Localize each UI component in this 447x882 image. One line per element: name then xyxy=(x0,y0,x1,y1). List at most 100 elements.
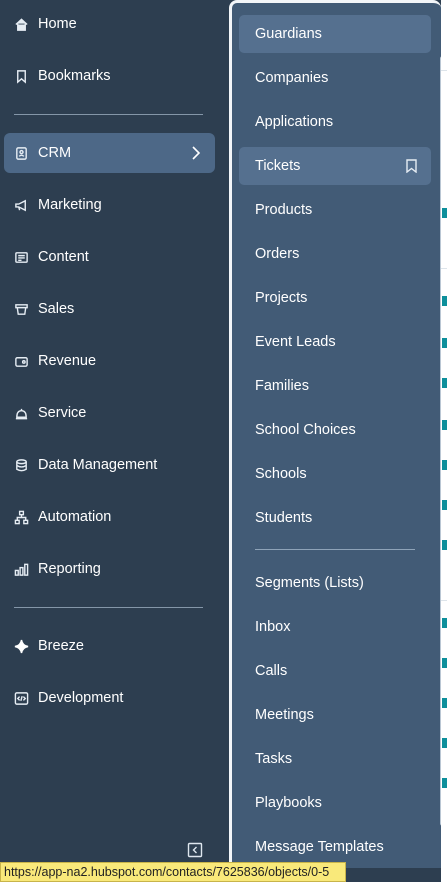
submenu-item-label: Guardians xyxy=(255,26,322,42)
link-fragment xyxy=(442,500,447,510)
link-fragment xyxy=(442,338,447,348)
submenu-item-calls[interactable]: Calls xyxy=(239,652,431,690)
nav-item-label: Reporting xyxy=(38,561,101,577)
nav-item-data-management[interactable]: Data Management xyxy=(4,445,215,485)
nav-item-label: Bookmarks xyxy=(38,68,111,84)
nav-item-development[interactable]: Development xyxy=(4,678,215,718)
link-status-url: https://app-na2.hubspot.com/contacts/762… xyxy=(0,862,346,882)
link-fragment xyxy=(442,296,447,306)
submenu-item-tasks[interactable]: Tasks xyxy=(239,740,431,778)
crm-submenu: Guardians Companies Applications Tickets… xyxy=(229,0,441,868)
nav-item-bookmarks[interactable]: Bookmarks xyxy=(4,56,215,96)
submenu-item-label: Families xyxy=(255,378,309,394)
link-fragment xyxy=(442,778,447,788)
link-fragment xyxy=(442,738,447,748)
database-icon xyxy=(14,458,29,473)
submenu-item-playbooks[interactable]: Playbooks xyxy=(239,784,431,822)
submenu-item-guardians[interactable]: Guardians xyxy=(239,15,431,53)
nav-divider xyxy=(14,607,203,608)
submenu-item-companies[interactable]: Companies xyxy=(239,59,431,97)
submenu-item-schools[interactable]: Schools xyxy=(239,455,431,493)
submenu-item-label: Playbooks xyxy=(255,795,322,811)
submenu-item-label: Meetings xyxy=(255,707,314,723)
nav-item-label: Service xyxy=(38,405,87,421)
nav-item-home[interactable]: Home xyxy=(4,4,215,44)
home-icon xyxy=(14,17,29,32)
submenu-item-orders[interactable]: Orders xyxy=(239,235,431,273)
submenu-item-families[interactable]: Families xyxy=(239,367,431,405)
bookmark-icon xyxy=(14,69,29,84)
row-divider xyxy=(441,70,447,71)
submenu-item-projects[interactable]: Projects xyxy=(239,279,431,317)
nav-item-label: Development xyxy=(38,690,124,706)
nav-item-marketing[interactable]: Marketing xyxy=(4,185,215,225)
nav-item-label: Content xyxy=(38,249,89,265)
submenu-item-students[interactable]: Students xyxy=(239,499,431,537)
link-fragment xyxy=(442,460,447,470)
nav-item-revenue[interactable]: Revenue xyxy=(4,341,215,381)
submenu-item-label: Tickets xyxy=(255,158,301,174)
submenu-item-products[interactable]: Products xyxy=(239,191,431,229)
link-fragment xyxy=(442,420,447,430)
link-fragment xyxy=(442,540,447,550)
megaphone-icon xyxy=(14,198,29,213)
nav-item-automation[interactable]: Automation xyxy=(4,497,215,537)
wallet-icon xyxy=(14,354,29,369)
nav-item-breeze[interactable]: Breeze xyxy=(4,626,215,666)
submenu-item-message-templates[interactable]: Message Templates xyxy=(239,828,431,866)
bookmark-icon[interactable] xyxy=(406,159,417,177)
submenu-item-label: School Choices xyxy=(255,422,356,438)
submenu-item-label: Message Templates xyxy=(255,839,384,855)
submenu-item-label: Students xyxy=(255,510,313,526)
submenu-item-school-choices[interactable]: School Choices xyxy=(239,411,431,449)
submenu-item-segments[interactable]: Segments (Lists) xyxy=(239,564,431,602)
submenu-item-meetings[interactable]: Meetings xyxy=(239,696,431,734)
submenu-item-applications[interactable]: Applications xyxy=(239,103,431,141)
link-fragment xyxy=(442,658,447,668)
nav-item-label: Automation xyxy=(38,509,112,525)
submenu-item-label: Projects xyxy=(255,290,308,306)
link-fragment xyxy=(442,378,447,388)
left-navigation: Home Bookmarks CRM Marketing Content Sal… xyxy=(0,0,228,882)
nav-item-label: Home xyxy=(38,16,77,32)
link-fragment xyxy=(442,208,447,218)
nav-item-label: Breeze xyxy=(38,638,84,654)
nav-item-label: Marketing xyxy=(38,197,102,213)
sparkle-icon xyxy=(14,639,29,654)
workflow-icon xyxy=(14,510,29,525)
submenu-item-label: Calls xyxy=(255,663,288,679)
collapse-sidebar-icon[interactable] xyxy=(187,842,203,858)
nav-item-label: Data Management xyxy=(38,457,158,473)
submenu-item-label: Schools xyxy=(255,466,307,482)
submenu-item-label: Segments (Lists) xyxy=(255,575,364,591)
nav-item-label: Sales xyxy=(38,301,75,317)
content-icon xyxy=(14,250,29,265)
link-fragment xyxy=(442,698,447,708)
nav-item-service[interactable]: Service xyxy=(4,393,215,433)
submenu-item-tickets[interactable]: Tickets xyxy=(239,147,431,185)
sales-icon xyxy=(14,302,29,317)
submenu-item-event-leads[interactable]: Event Leads xyxy=(239,323,431,361)
nav-item-label: Revenue xyxy=(38,353,97,369)
submenu-item-label: Inbox xyxy=(255,619,291,635)
submenu-item-label: Companies xyxy=(255,70,329,86)
nav-item-label: CRM xyxy=(38,145,72,161)
submenu-item-label: Orders xyxy=(255,246,300,262)
bell-service-icon xyxy=(14,406,29,421)
crm-icon xyxy=(14,146,29,161)
nav-item-reporting[interactable]: Reporting xyxy=(4,549,215,589)
submenu-item-inbox[interactable]: Inbox xyxy=(239,608,431,646)
submenu-item-label: Applications xyxy=(255,114,334,130)
nav-divider xyxy=(14,114,203,115)
row-divider xyxy=(441,268,447,269)
nav-item-crm[interactable]: CRM xyxy=(4,133,215,173)
row-divider xyxy=(441,600,447,601)
nav-item-sales[interactable]: Sales xyxy=(4,289,215,329)
nav-item-content[interactable]: Content xyxy=(4,237,215,277)
submenu-item-label: Tasks xyxy=(255,751,293,767)
link-fragment xyxy=(442,618,447,628)
submenu-item-label: Products xyxy=(255,202,313,218)
bar-chart-icon xyxy=(14,562,29,577)
chevron-right-icon xyxy=(189,145,203,165)
submenu-divider xyxy=(255,549,415,550)
